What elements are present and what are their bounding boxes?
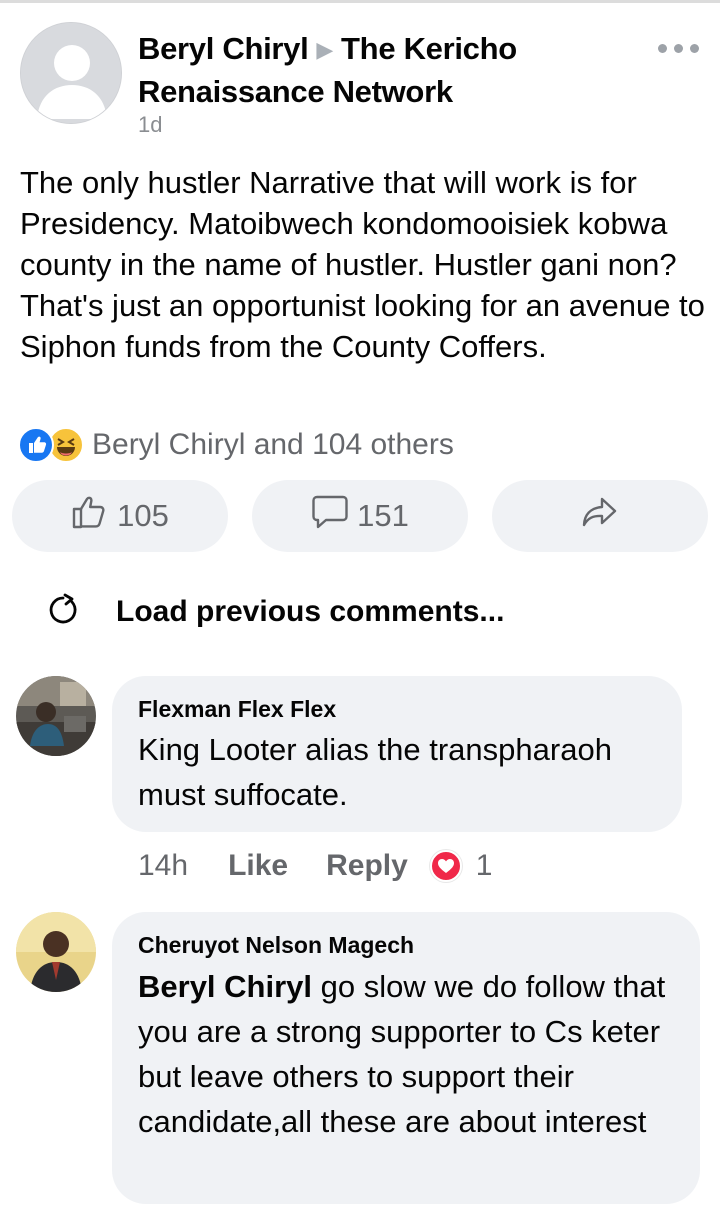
top-divider [0,0,720,3]
love-reaction-icon[interactable] [429,850,462,882]
comment-timestamp[interactable]: 14h [138,849,188,883]
like-count: 105 [117,498,169,533]
comment-mention[interactable]: Beryl Chiryl [138,969,312,1004]
more-options-icon[interactable] [658,38,700,58]
like-reaction-icon [18,427,54,463]
post-text: The only hustler Narrative that will wor… [20,165,705,364]
load-previous-label: Load previous comments... [116,595,505,628]
share-button[interactable] [492,480,708,552]
comment-text: King Looter alias the transpharaoh must … [138,732,612,812]
comment-author-name[interactable]: Flexman Flex Flex [138,696,336,723]
comment-avatar[interactable] [16,912,96,992]
refresh-icon [46,593,80,632]
comment-count: 151 [357,498,409,533]
post-author-avatar[interactable] [20,22,122,124]
share-arrow-icon: ▶ [316,37,334,62]
comment-bubble[interactable]: Flexman Flex Flex King Looter alias the … [112,676,682,832]
post-author-name[interactable]: Beryl Chiryl [138,31,309,66]
comment-bubble-icon [311,494,349,538]
comment-text: Beryl Chiryl go slow we do follow that y… [138,964,688,1144]
comment-bubble[interactable]: Cheruyot Nelson Magech Beryl Chiryl go s… [112,912,700,1204]
reactions-summary-text: Beryl Chiryl and 104 others [92,428,454,461]
load-previous-comments-button[interactable]: Load previous comments... [46,590,504,634]
share-icon [581,495,619,537]
comment-like-button[interactable]: Like [228,849,288,883]
post-header: Beryl Chiryl ▶ The Kericho Renaissance Net… [138,28,638,113]
thumbs-up-icon [71,494,109,538]
reactions-summary[interactable]: Beryl Chiryl and 104 others [18,424,454,466]
comment-reply-button[interactable]: Reply [326,849,408,883]
like-button[interactable]: 105 [12,480,228,552]
comment-button[interactable]: 151 [252,480,468,552]
comment-meta: 14h Like Reply 1 [138,846,492,886]
comment-reaction-count: 1 [475,849,493,882]
post-timestamp[interactable]: 1d [138,112,162,138]
comment-author-name[interactable]: Cheruyot Nelson Magech [138,932,414,959]
comment-avatar[interactable] [16,676,96,756]
